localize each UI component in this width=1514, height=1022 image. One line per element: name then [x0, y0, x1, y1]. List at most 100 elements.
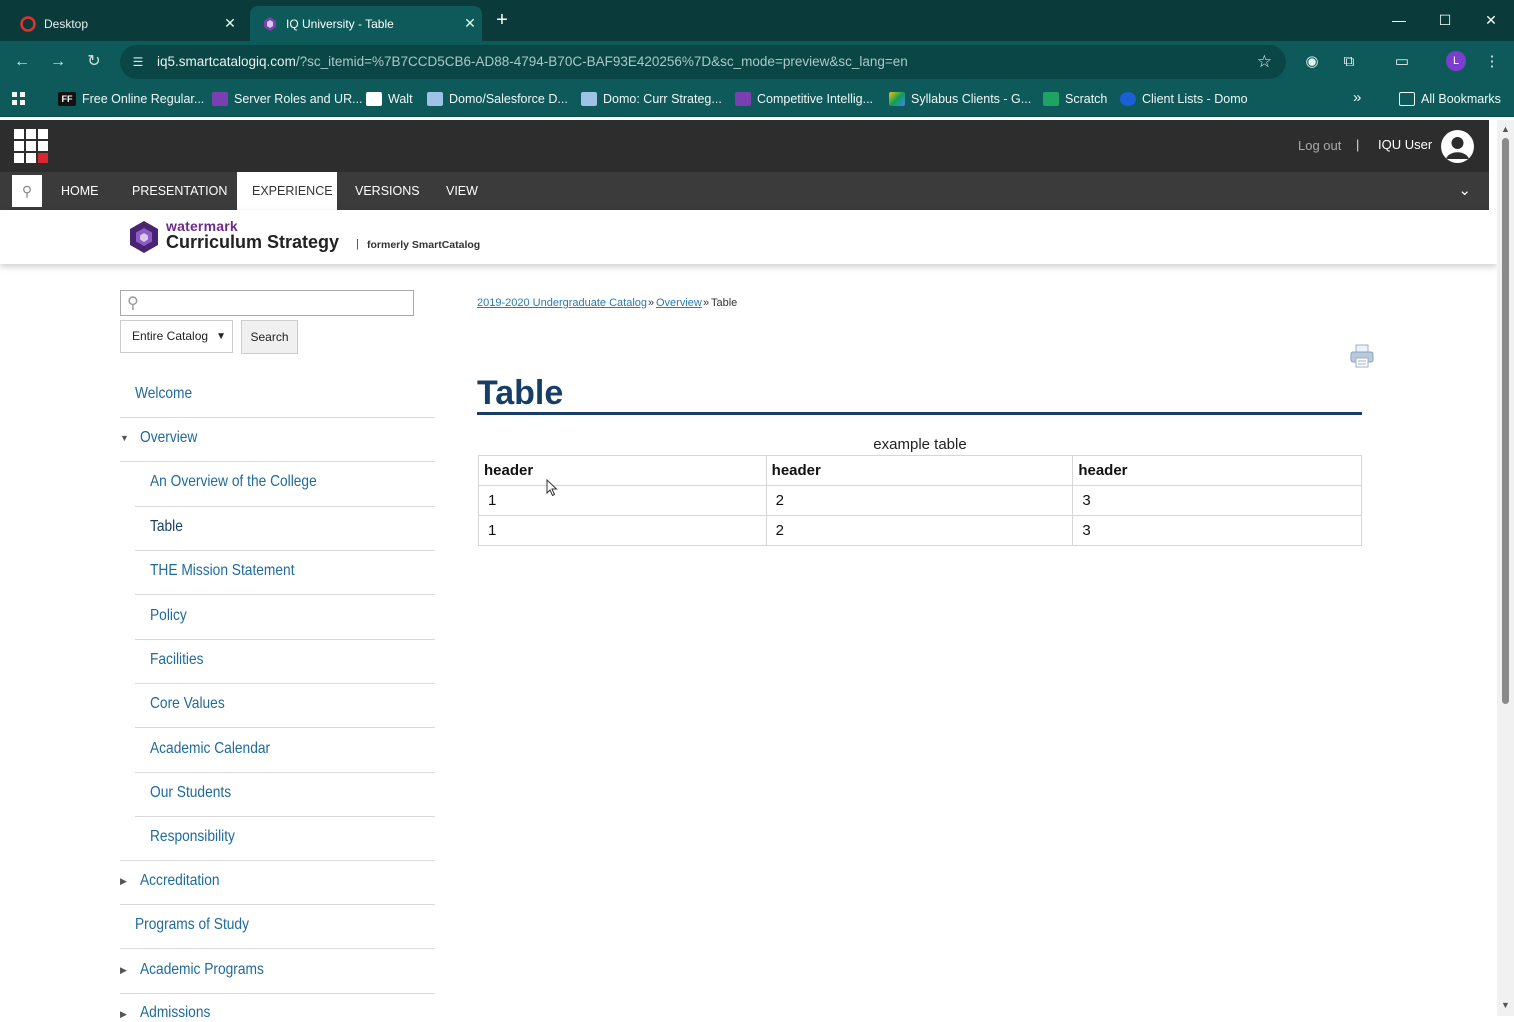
print-icon[interactable]	[1349, 343, 1375, 369]
camera-icon[interactable]: ◉	[1301, 51, 1323, 73]
title-divider	[477, 412, 1362, 415]
table-cell: 2	[765, 485, 1074, 516]
nav-item-facilities[interactable]: Facilities	[150, 651, 204, 669]
caret-right-icon[interactable]: ▶	[120, 1009, 127, 1020]
table-row: 1 2 3	[478, 515, 1362, 546]
nav-item-accreditation[interactable]: Accreditation	[140, 872, 220, 890]
window-close-icon[interactable]: ✕	[1476, 8, 1506, 32]
table-cell: 1	[478, 485, 767, 516]
menu-versions[interactable]: VERSIONS	[340, 172, 435, 210]
forward-icon[interactable]: →	[46, 51, 70, 73]
breadcrumb-link[interactable]: 2019-2020 Undergraduate Catalog	[477, 297, 647, 309]
breadcrumb-link[interactable]: Overview	[656, 297, 702, 309]
site-info-icon[interactable]: ☰	[130, 54, 146, 70]
example-table: header header header 1 2 3 1 2 3	[478, 455, 1362, 546]
bookmark-item[interactable]: Server Roles and UR...	[212, 92, 363, 106]
nav-item-table[interactable]: Table	[150, 518, 183, 536]
bookmark-item[interactable]: Syllabus Clients - G...	[889, 92, 1031, 106]
cast-icon[interactable]: ▭	[1391, 51, 1413, 73]
apps-grid-icon[interactable]	[12, 92, 26, 106]
table-cell: 3	[1072, 485, 1362, 516]
tab-iq-university[interactable]: IQ University - Table ✕	[250, 6, 482, 41]
maximize-icon[interactable]: ☐	[1430, 8, 1460, 32]
menu-experience[interactable]: EXPERIENCE	[237, 172, 337, 210]
chevron-down-icon[interactable]: ⌄	[1458, 181, 1471, 199]
bookmark-item[interactable]: Scratch	[1043, 92, 1107, 106]
nav-item-responsibility[interactable]: Responsibility	[150, 828, 235, 846]
tab-desktop[interactable]: Desktop ✕	[8, 6, 242, 41]
divider	[135, 639, 435, 640]
nav-item-core-values[interactable]: Core Values	[150, 695, 225, 713]
catalog-search-input[interactable]: ⚲	[120, 290, 414, 316]
address-bar[interactable]: ☰ iq5.smartcatalogiq.com/?sc_itemid=%7B7…	[120, 45, 1286, 79]
nav-item-academic-calendar[interactable]: Academic Calendar	[150, 740, 270, 758]
bookmarks-bar: FF Free Online Regular... Server Roles an…	[0, 83, 1514, 117]
nav-item-our-students[interactable]: Our Students	[150, 784, 231, 802]
nav-item-mission-statement[interactable]: THE Mission Statement	[150, 562, 295, 580]
search-scope-select[interactable]: Entire Catalog ▼	[120, 320, 233, 353]
separator: |	[1356, 137, 1360, 152]
all-bookmarks[interactable]: All Bookmarks	[1399, 92, 1501, 106]
page-title: Table	[477, 374, 564, 412]
nav-item-welcome[interactable]: Welcome	[135, 385, 192, 403]
breadcrumb-current: Table	[711, 297, 738, 309]
bookmark-item[interactable]: FF Free Online Regular...	[58, 92, 204, 106]
nav-item-programs-of-study[interactable]: Programs of Study	[135, 916, 249, 934]
app-launcher-icon[interactable]	[14, 129, 48, 163]
menu-presentation[interactable]: PRESENTATION	[117, 172, 242, 210]
url-text: iq5.smartcatalogiq.com/?sc_itemid=%7B7CC…	[157, 54, 908, 69]
menu-home[interactable]: HOME	[46, 172, 114, 210]
nav-item-admissions[interactable]: Admissions	[140, 1004, 210, 1022]
scroll-thumb[interactable]	[1502, 138, 1509, 704]
bookmark-item[interactable]: Walt	[366, 92, 413, 106]
table-cell: 3	[1072, 515, 1362, 546]
bookmark-item[interactable]: Domo: Curr Strateg...	[581, 92, 722, 106]
username[interactable]: IQU User	[1378, 137, 1432, 152]
caret-right-icon[interactable]: ▶	[120, 965, 127, 976]
nav-item-overview-of-college[interactable]: An Overview of the College	[150, 473, 317, 491]
brand-separator: |	[356, 238, 359, 250]
bookmark-star-icon[interactable]: ☆	[1257, 52, 1272, 72]
brand-formerly: formerly SmartCatalog	[367, 239, 481, 251]
menu-view[interactable]: VIEW	[431, 172, 493, 210]
nav-item-policy[interactable]: Policy	[150, 607, 187, 625]
nav-item-overview[interactable]: Overview	[140, 429, 197, 447]
breadcrumb-separator: »	[703, 297, 710, 309]
profile-avatar[interactable]: L	[1446, 51, 1466, 71]
logout-link[interactable]: Log out	[1298, 138, 1341, 153]
caret-down-icon[interactable]: ▼	[120, 433, 129, 443]
back-icon[interactable]: ←	[10, 51, 34, 73]
table-header-row: header header header	[478, 455, 1362, 486]
scroll-up-icon[interactable]: ▲	[1501, 124, 1510, 134]
search-button[interactable]: Search	[241, 320, 298, 354]
search-icon[interactable]: ⚲	[12, 175, 42, 207]
table-caption: example table	[873, 436, 967, 453]
extensions-icon[interactable]: ⧉	[1338, 51, 1360, 73]
reload-icon[interactable]: ↻	[82, 51, 106, 73]
divider	[120, 993, 435, 994]
scroll-down-icon[interactable]: ▼	[1501, 1000, 1510, 1010]
table-header-cell: header	[765, 455, 1074, 486]
user-avatar-icon[interactable]	[1441, 130, 1474, 163]
divider	[120, 904, 435, 905]
divider	[120, 461, 435, 462]
close-icon[interactable]: ✕	[458, 15, 482, 32]
more-menu-icon[interactable]: ⋮	[1481, 51, 1503, 73]
cms-header: Log out | IQU User	[0, 120, 1489, 172]
page-scrollbar[interactable]: ▲ ▼	[1497, 120, 1514, 1016]
close-icon[interactable]: ✕	[218, 15, 242, 32]
bookmark-item[interactable]: Competitive Intellig...	[735, 92, 873, 106]
divider	[135, 506, 435, 507]
watermark-logo[interactable]	[128, 220, 160, 254]
bookmark-item[interactable]: Client Lists - Domo	[1120, 92, 1248, 106]
bookmark-item[interactable]: Domo/Salesforce D...	[427, 92, 568, 106]
minimize-icon[interactable]: —	[1384, 8, 1414, 32]
caret-right-icon[interactable]: ▶	[120, 876, 127, 887]
bookmarks-overflow-icon[interactable]: »	[1353, 89, 1361, 106]
tab-title: Desktop	[44, 16, 89, 31]
nav-item-academic-programs[interactable]: Academic Programs	[140, 961, 264, 979]
divider	[120, 417, 435, 418]
new-tab-icon[interactable]: +	[490, 9, 514, 33]
folder-icon	[1399, 92, 1415, 106]
mouse-cursor-icon	[546, 479, 558, 497]
